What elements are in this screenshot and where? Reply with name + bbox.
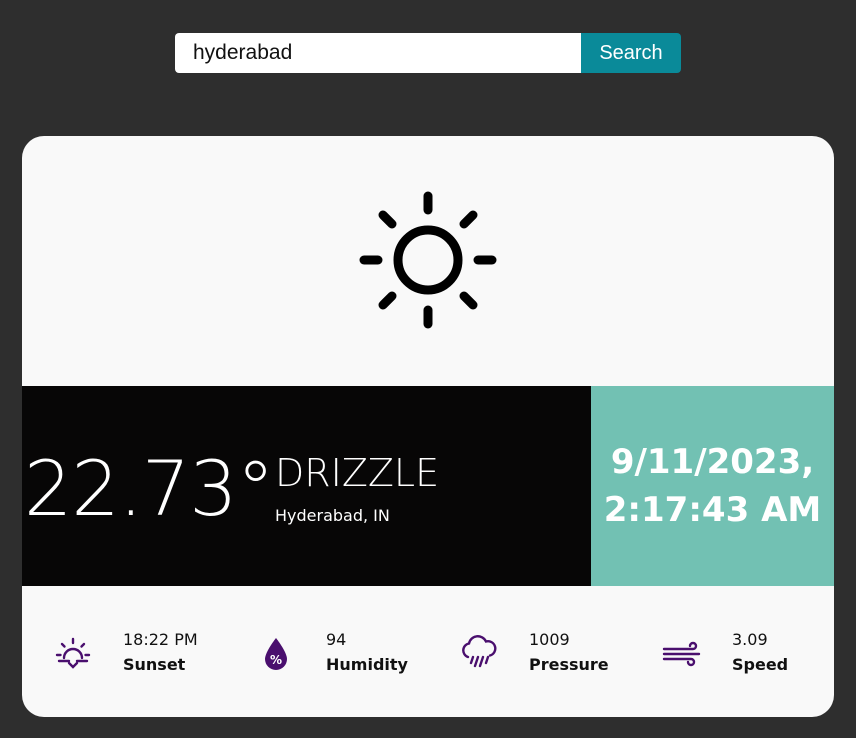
wind-icon <box>662 641 701 667</box>
stats-row: 18:22 PM Sunset % 94 Humidity 1009 Press… <box>22 586 834 717</box>
wind-label: Speed <box>732 655 789 674</box>
stat-wind: 3.09 Speed <box>661 629 834 679</box>
pressure-icon <box>462 635 497 668</box>
weather-condition: DRIZZLE <box>275 451 440 495</box>
stat-sunset: 18:22 PM Sunset <box>52 629 252 679</box>
pressure-value: 1009 <box>529 630 570 649</box>
sunset-icon <box>55 637 91 669</box>
date: 9/11/2023, <box>610 442 815 482</box>
stat-pressure: 1009 Pressure <box>458 629 658 679</box>
sun-icon <box>359 191 497 329</box>
temperature: 22.73° <box>24 444 275 533</box>
sunset-label: Sunset <box>123 655 186 674</box>
stat-humidity: % 94 Humidity <box>255 629 455 679</box>
location: Hyderabad, IN <box>275 506 390 525</box>
svg-text:%: % <box>270 653 282 667</box>
weather-card: 22.73° DRIZZLE Hyderabad, IN 9/11/2023, … <box>22 136 834 717</box>
wind-value: 3.09 <box>732 630 768 649</box>
weather-icon-area <box>22 136 834 386</box>
humidity-icon: % <box>265 638 287 670</box>
search-input[interactable] <box>175 33 581 73</box>
temperature-panel: 22.73° DRIZZLE Hyderabad, IN <box>22 386 591 586</box>
sunset-value: 18:22 PM <box>123 630 198 649</box>
datetime-panel: 9/11/2023, 2:17:43 AM <box>591 386 834 586</box>
humidity-label: Humidity <box>326 655 408 674</box>
search-button[interactable]: Search <box>581 33 681 73</box>
time: 2:17:43 AM <box>603 490 822 530</box>
humidity-value: 94 <box>326 630 347 649</box>
datetime: 9/11/2023, 2:17:43 AM <box>604 438 821 534</box>
pressure-label: Pressure <box>529 655 609 674</box>
search-bar: Search <box>175 33 681 73</box>
